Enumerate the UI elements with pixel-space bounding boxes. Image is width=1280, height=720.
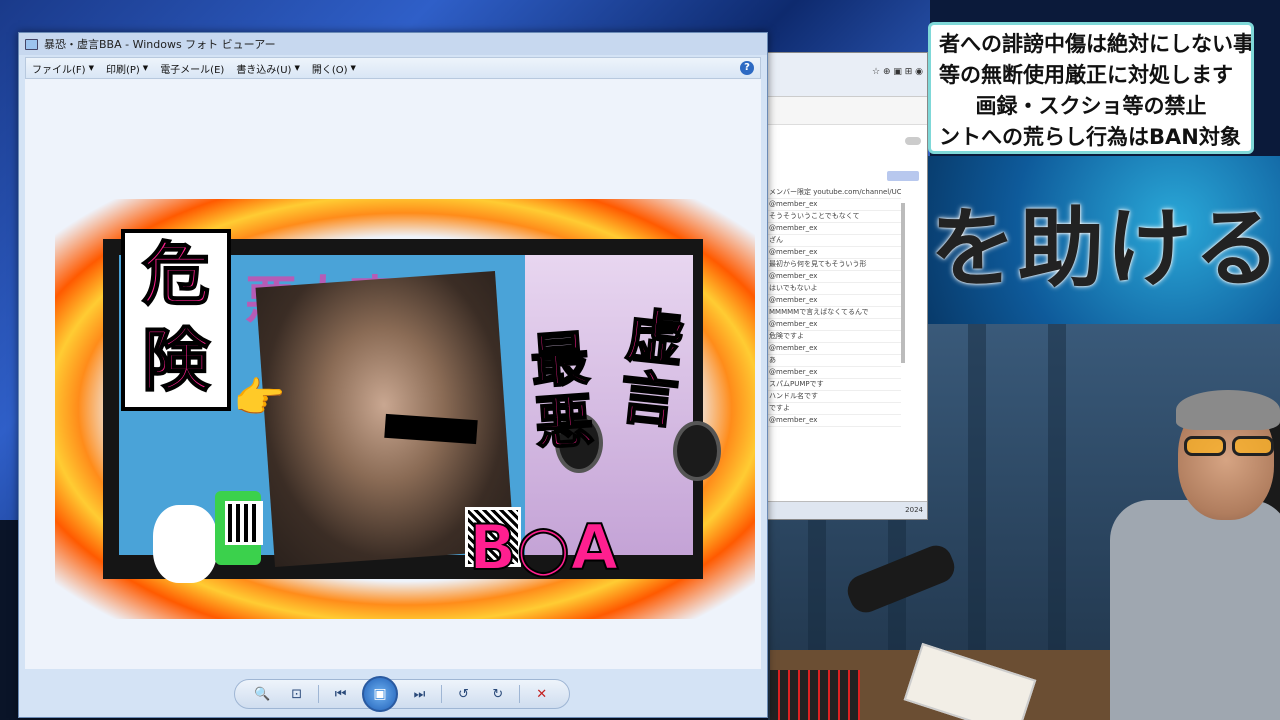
menu-label: ファイル(F) (32, 64, 86, 76)
chat-row: MMMMMで言えばなくてるんで (767, 307, 901, 319)
previous-icon[interactable]: ⏮ (328, 684, 354, 704)
glasses (1184, 436, 1274, 456)
menu-file[interactable]: ファイル(F) ▼ (32, 61, 94, 76)
toolbar-divider (440, 685, 442, 703)
chat-row: @member_ex (767, 271, 901, 283)
rotate-cw-icon[interactable]: ↻ (485, 684, 511, 704)
chat-row: @member_ex (767, 367, 901, 379)
chat-row: そうそういうことでもなくて (767, 211, 901, 223)
browser-window: ☆ ⊕ ▣ ⊞ ◉ メンバー限定 youtube.com/channel/UCw… (766, 52, 928, 520)
menu-email[interactable]: 電子メール(E) (160, 61, 224, 76)
menu-label: 印刷(P) (105, 64, 140, 76)
chat-row: @member_ex (767, 199, 901, 211)
stream-banner: を助ける (928, 156, 1280, 324)
chat-row: ですよ (767, 403, 901, 415)
fit-to-window-icon[interactable]: ⊡ (284, 684, 310, 704)
rule-line: 画録・スクショ等の禁止 (975, 94, 1207, 118)
keyboard (770, 670, 860, 720)
chat-row: @member_ex (767, 415, 901, 427)
rule-line: 等の無断使用厳正に対処します (939, 63, 1233, 87)
banner-text: を助ける (930, 199, 1280, 299)
taskbar-clock: 2024 (905, 506, 923, 514)
chevron-down-icon: ▼ (350, 64, 356, 72)
menu-open[interactable]: 開く(O) ▼ (312, 61, 356, 76)
chevron-down-icon: ▼ (294, 64, 300, 72)
chat-row: 最初から何を見てもそういう形 (767, 259, 901, 271)
menu-label: 電子メール(E) (160, 64, 225, 76)
browser-toolbar: ☆ ⊕ ▣ ⊞ ◉ (767, 53, 927, 97)
chat-row: @member_ex (767, 295, 901, 307)
mascot-graphic (153, 505, 217, 583)
headphone-graphic (673, 421, 721, 481)
slideshow-icon[interactable]: ▣ (362, 676, 399, 712)
qr-code (225, 501, 263, 545)
menu-print[interactable]: 印刷(P) ▼ (106, 61, 148, 76)
next-icon[interactable]: ⏭ (406, 684, 432, 704)
scrollbar[interactable] (901, 203, 905, 363)
chat-row: @member_ex (767, 319, 901, 331)
streamer-hair (1176, 390, 1280, 430)
streamer (1100, 390, 1280, 720)
chat-list: メンバー限定 youtube.com/channel/UCw7i... @mem… (767, 187, 901, 427)
browser-button[interactable] (887, 171, 919, 181)
displayed-image: 業・悪人事 危険 👉 虚言 最悪 B○A (55, 199, 755, 619)
chevron-down-icon: ▼ (88, 64, 94, 72)
saiaku-caption: 最悪 (528, 323, 597, 459)
menu-label: 開く(O) (311, 64, 348, 76)
chat-row: ハンドル名です (767, 391, 901, 403)
title-bar[interactable]: 暴恐・虚言BBA - Windows フォト ビューアー (19, 33, 767, 55)
chat-row: はいでもないよ (767, 283, 901, 295)
rotate-ccw-icon[interactable]: ↺ (450, 684, 476, 704)
zoom-icon[interactable]: 🔍 (249, 684, 275, 704)
menu-label: 書き込み(U) (236, 64, 292, 76)
photo-viewer-icon (25, 38, 38, 50)
toolbar-divider (519, 685, 521, 703)
image-canvas: 業・悪人事 危険 👉 虚言 最悪 B○A (25, 79, 761, 669)
help-icon[interactable]: ? (740, 61, 754, 75)
pointing-hand-icon: 👉 (233, 373, 286, 422)
menu-burn[interactable]: 書き込み(U) ▼ (236, 61, 300, 76)
streamer-body (1110, 500, 1280, 720)
delete-icon[interactable]: ✕ (529, 684, 555, 704)
viewer-toolbar: 🔍 ⊡ ⏮ ▣ ⏭ ↺ ↻ ✕ (234, 676, 570, 712)
chat-row: 危険ですよ (767, 331, 901, 343)
chat-row: あ (767, 355, 901, 367)
window-title: 暴恐・虚言BBA - Windows フォト ビューアー (44, 38, 276, 51)
taskbar: 2024 (767, 501, 927, 519)
chevron-down-icon: ▼ (142, 64, 149, 72)
chat-row: @member_ex (767, 343, 901, 355)
browser-tabs (767, 97, 927, 125)
chat-row: @member_ex (767, 223, 901, 235)
rule-line: 者への誹謗中傷は絶対にしない事 (939, 32, 1254, 56)
toggle-switch[interactable] (905, 137, 921, 145)
rule-line: ントへの荒らし行為はBAN対象 (939, 125, 1241, 149)
toolbar-divider (318, 685, 320, 703)
menu-bar: ファイル(F) ▼ 印刷(P) ▼ 電子メール(E) 書き込み(U) ▼ 開く(O) ▼… (25, 57, 761, 79)
stream-scene: 者への誹謗中傷は絶対にしない事 等の無断使用厳正に対処します 画録・スクショ等の… (0, 0, 1280, 720)
chat-row: ざん (767, 235, 901, 247)
danger-caption: 危険 (141, 235, 211, 402)
chat-row: メンバー限定 youtube.com/channel/UCw7i... (767, 187, 901, 199)
chat-row: @member_ex (767, 247, 901, 259)
boa-caption: B○A (468, 511, 619, 584)
browser-icons: ☆ ⊕ ▣ ⊞ ◉ (872, 67, 923, 77)
rules-panel: 者への誹謗中傷は絶対にしない事 等の無断使用厳正に対処します 画録・スクショ等の… (928, 22, 1254, 154)
photo-viewer-window: 暴恐・虚言BBA - Windows フォト ビューアー ファイル(F) ▼ 印刷… (18, 32, 768, 718)
chat-row: スパムPUMPです (767, 379, 901, 391)
